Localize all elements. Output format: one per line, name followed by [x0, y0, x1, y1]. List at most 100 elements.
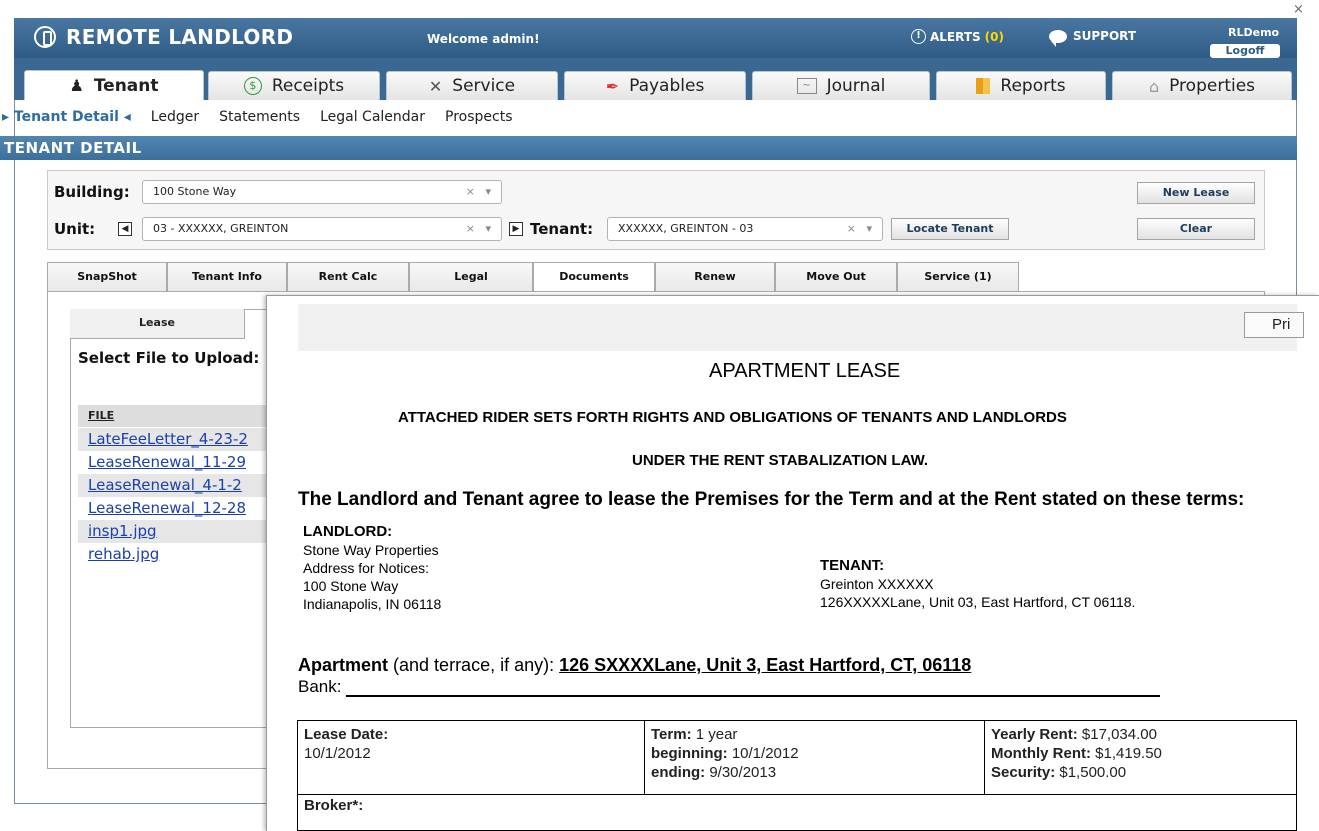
tenant-line: 126XXXXXLane, Unit 03, East Hartford, CT… [820, 594, 1136, 610]
tab-service[interactable]: ✕ Service [386, 71, 558, 100]
ending-label: ending: [651, 764, 706, 781]
tab-service-count[interactable]: Service (1) [897, 262, 1019, 292]
beginning-value: 10/1/2012 [731, 745, 799, 762]
tab-properties[interactable]: ⌂ Properties [1112, 71, 1292, 100]
tenant-doc-label: TENANT: [820, 557, 885, 574]
monthly-rent-value: $1,419.50 [1095, 745, 1162, 762]
clear-icon[interactable]: × [466, 185, 475, 198]
lease-date-label: Lease Date: [304, 726, 389, 743]
unit-value: 03 - XXXXXX, GREINTON [153, 222, 289, 235]
previous-unit-button[interactable]: ◀ [118, 222, 132, 236]
next-unit-button[interactable]: ▶ [509, 222, 523, 236]
monthly-rent-label: Monthly Rent: [991, 745, 1091, 762]
alerts-link[interactable]: ! ALERTS (0) [911, 29, 1004, 44]
file-link[interactable]: insp1.jpg [78, 520, 270, 543]
term-cell: Term: 1 year beginning: 10/1/2012 ending… [645, 721, 985, 794]
tab-tenant-info[interactable]: Tenant Info [167, 262, 287, 292]
lease-date-value: 10/1/2012 [304, 745, 371, 762]
lease-sub-tab[interactable]: Lease [70, 309, 245, 339]
chat-bubble-icon [1049, 29, 1067, 47]
clear-icon[interactable]: × [847, 222, 856, 235]
landlord-line: Address for Notices: [303, 560, 430, 576]
security-label: Security: [991, 764, 1056, 781]
pen-icon: ✒ [605, 76, 620, 96]
file-link[interactable]: rehab.jpg [78, 543, 270, 566]
unit-select-controls: × ▾ [466, 218, 491, 240]
lease-terms-table: Lease Date: 10/1/2012 Term: 1 year begin… [297, 720, 1297, 831]
yearly-rent-value: $17,034.00 [1081, 726, 1157, 743]
tab-move-out[interactable]: Move Out [775, 262, 897, 292]
building-label: Building: [54, 183, 130, 201]
locate-tenant-button[interactable]: Locate Tenant [891, 218, 1009, 240]
ending-value: 9/30/2013 [709, 764, 777, 781]
upload-label: Select File to Upload: [78, 349, 260, 367]
subnav-statements[interactable]: Statements [219, 109, 300, 129]
table-divider [298, 794, 1296, 795]
subnav-legal-calendar[interactable]: Legal Calendar [320, 109, 425, 129]
landlord-line: Stone Way Properties [303, 542, 439, 558]
security-value: $1,500.00 [1059, 764, 1127, 781]
apartment-line: Apartment (and terrace, if any): 126 SXX… [298, 655, 971, 676]
logo: REMOTE LANDLORD [34, 25, 293, 49]
tenant-line: Greinton XXXXXX [820, 576, 934, 592]
tab-legal[interactable]: Legal [409, 262, 533, 292]
subnav-prospects[interactable]: Prospects [445, 109, 512, 129]
tab-label: Properties [1169, 76, 1256, 96]
alerts-label: ALERTS [930, 29, 981, 44]
clear-button[interactable]: Clear [1137, 218, 1255, 240]
tab-rent-calc[interactable]: Rent Calc [287, 262, 409, 292]
file-link[interactable]: LeaseRenewal_11-29 [78, 451, 270, 474]
chart-icon: ∼ [796, 78, 817, 94]
bank-underline [346, 695, 1160, 697]
clear-icon[interactable]: × [466, 222, 475, 235]
house-icon: ⌂ [1148, 76, 1160, 96]
tenant-block: Greinton XXXXXX 126XXXXXLane, Unit 03, E… [820, 575, 1135, 611]
tab-label: Tenant [93, 75, 159, 96]
apartment-label: Apartment [298, 655, 389, 675]
unit-select[interactable]: 03 - XXXXXX, GREINTON × ▾ [142, 217, 502, 241]
document-subtitle: ATTACHED RIDER SETS FORTH RIGHTS AND OBL… [398, 409, 1067, 426]
sub-navigation: ▸ Tenant Detail ◂ Ledger Statements Lega… [0, 109, 513, 129]
tab-reports[interactable]: Reports [936, 71, 1106, 100]
close-icon[interactable]: × [1293, 2, 1304, 17]
landlord-block: Stone Way Properties Address for Notices… [303, 541, 441, 613]
tenant-select-controls: × ▾ [847, 218, 872, 240]
tab-documents[interactable]: Documents [533, 262, 655, 292]
chevron-down-icon: ▾ [485, 185, 491, 198]
agreement-text: The Landlord and Tenant agree to lease t… [298, 489, 1245, 510]
tab-payables[interactable]: ✒ Payables [564, 71, 746, 100]
tab-label: Receipts [271, 76, 345, 96]
building-select-controls: × ▾ [466, 181, 491, 203]
building-select[interactable]: 100 Stone Way × ▾ [142, 180, 502, 204]
person-icon: ♟ [69, 76, 84, 95]
alert-icon: ! [911, 29, 926, 44]
document-subtitle: UNDER THE RENT STABALIZATION LAW. [632, 452, 929, 469]
tab-tenant[interactable]: ♟ Tenant [24, 70, 204, 100]
chevron-down-icon: ▾ [485, 222, 491, 235]
preview-toolbar [298, 304, 1297, 351]
landlord-line: 100 Stone Way [303, 578, 399, 594]
file-link[interactable]: LeaseRenewal_4-1-2 [78, 474, 270, 497]
tab-snapshot[interactable]: SnapShot [47, 262, 167, 292]
tab-label: Reports [1000, 76, 1066, 96]
file-link[interactable]: LeaseRenewal_12-28 [78, 497, 270, 520]
new-lease-button[interactable]: New Lease [1137, 182, 1255, 204]
print-button[interactable]: Pri [1244, 312, 1304, 338]
subnav-tenant-detail[interactable]: ▸ Tenant Detail ◂ [0, 109, 131, 129]
tab-journal[interactable]: ∼ Journal [752, 71, 930, 100]
yearly-rent-label: Yearly Rent: [991, 726, 1078, 743]
report-icon [976, 78, 991, 94]
unit-label: Unit: [54, 220, 96, 238]
document-title: APARTMENT LEASE [709, 360, 901, 382]
logo-text: REMOTE LANDLORD [66, 25, 294, 49]
tab-renew[interactable]: Renew [655, 262, 775, 292]
tenant-select[interactable]: XXXXXX, GREINTON - 03 × ▾ [607, 217, 883, 241]
support-link[interactable]: SUPPORT [1049, 29, 1136, 47]
tab-receipts[interactable]: $ Receipts [208, 71, 380, 100]
chevron-down-icon: ▾ [866, 222, 872, 235]
subnav-ledger[interactable]: Ledger [151, 109, 199, 129]
logoff-button[interactable]: Logoff [1210, 44, 1280, 58]
file-link[interactable]: LateFeeLetter_4-23-2 [78, 428, 270, 451]
file-column-header[interactable]: FILE [78, 405, 270, 427]
tab-label: Service [452, 76, 516, 96]
